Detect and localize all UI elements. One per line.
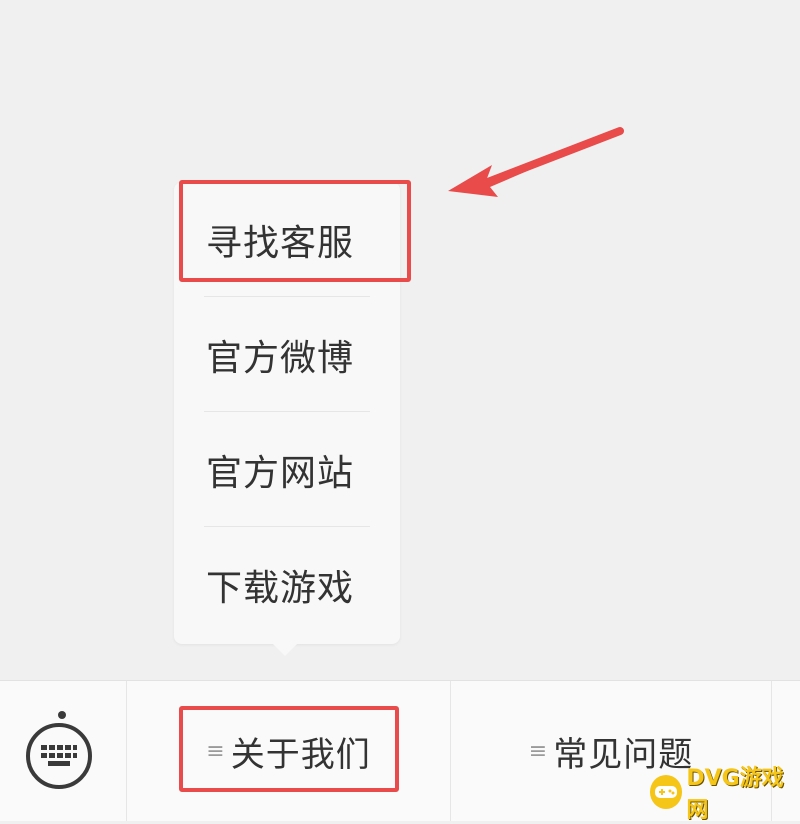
watermark-text: DVG游戏网: [686, 766, 784, 823]
popup-tail: [269, 640, 301, 656]
menu-item-label: 下载游戏: [206, 567, 355, 609]
keyboard-icon[interactable]: [26, 723, 92, 789]
annotation-arrow-icon: [448, 127, 624, 197]
menu-item-official-website[interactable]: 官方网站: [174, 412, 400, 527]
menu-item-download-game[interactable]: 下载游戏: [174, 527, 400, 642]
annotation-highlight-box: [179, 180, 411, 282]
gamepad-icon: [650, 775, 683, 809]
keyboard-indicator-dot: [58, 711, 66, 719]
menu-lines-icon: ≡: [528, 738, 548, 764]
menu-item-official-weibo[interactable]: 官方微博: [174, 297, 400, 412]
tab-label: 常见问题: [553, 734, 694, 775]
keyboard-keys-icon: [41, 745, 77, 766]
watermark: DVG游戏网: [650, 766, 800, 823]
annotation-highlight-box: [179, 706, 399, 792]
menu-item-label: 官方微博: [206, 337, 355, 379]
menu-item-label: 官方网站: [206, 452, 355, 494]
